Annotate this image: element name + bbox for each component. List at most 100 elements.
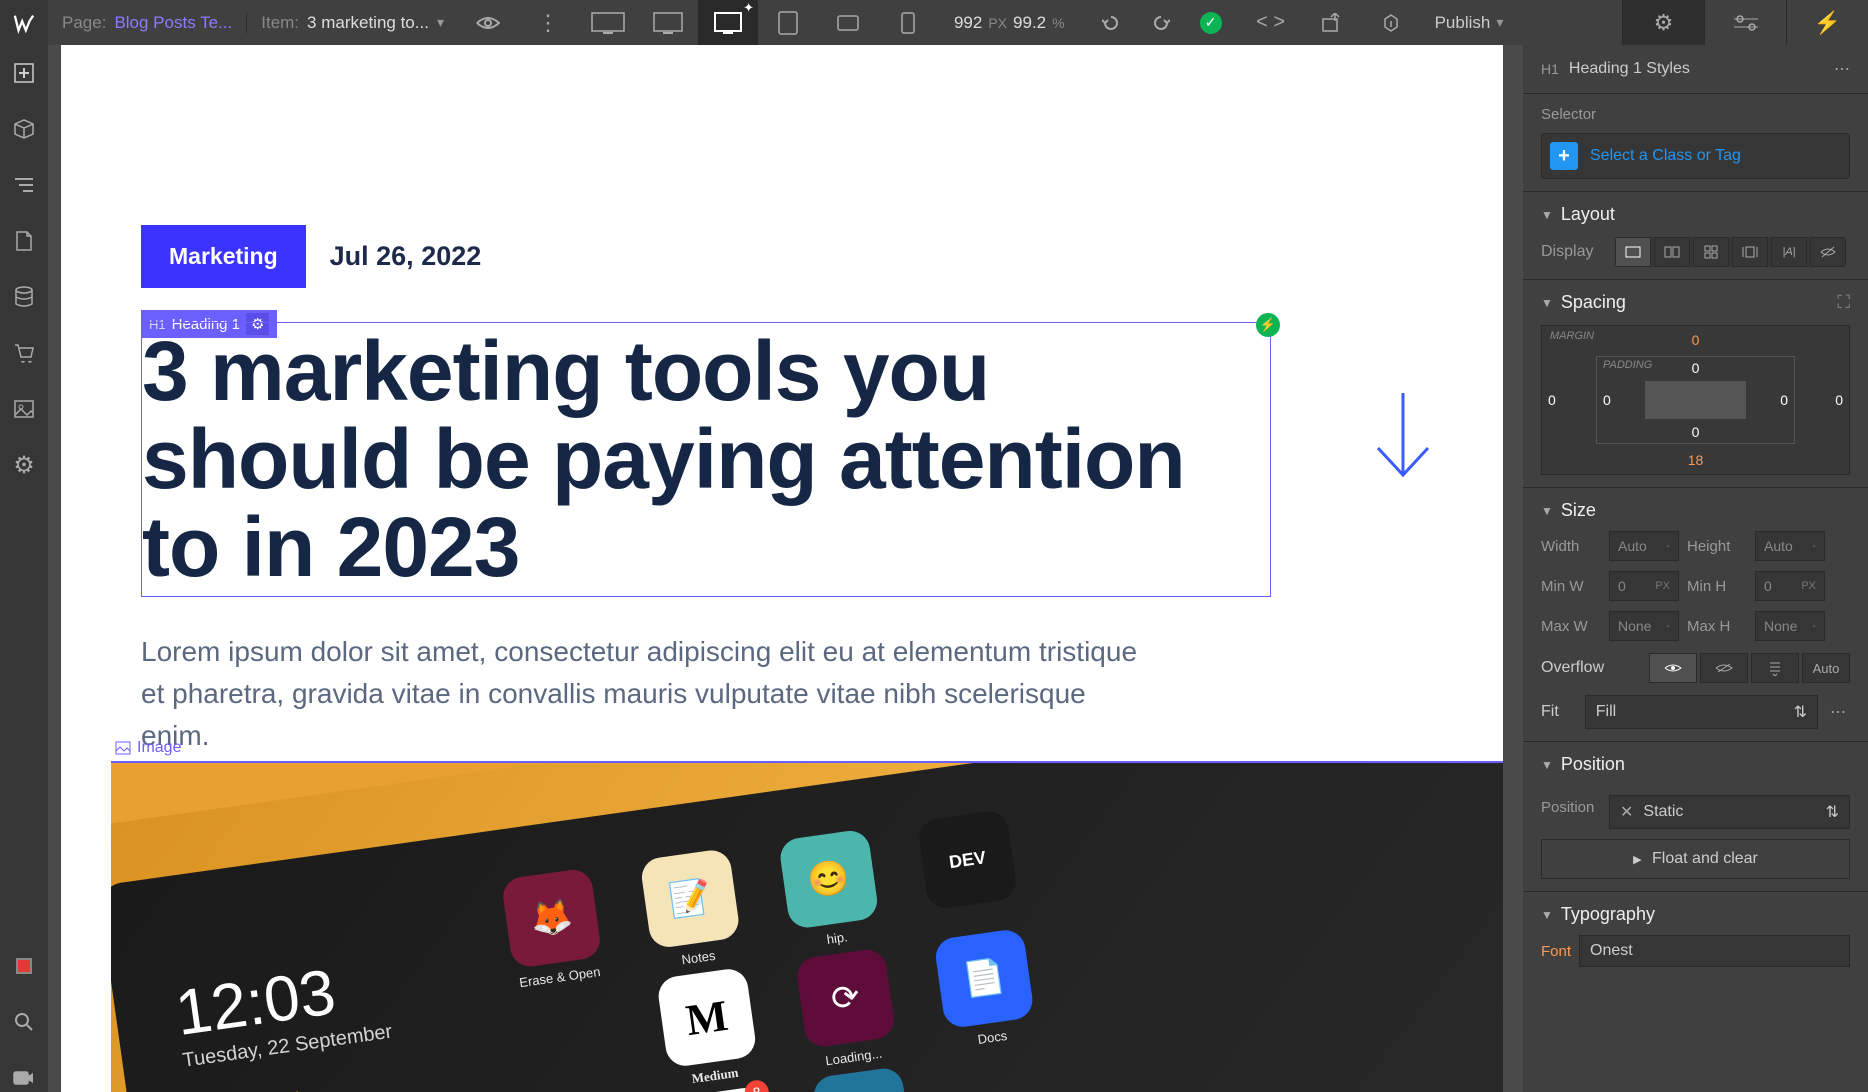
padding-bottom[interactable]: 0 xyxy=(1692,424,1700,440)
status-indicator[interactable]: ✓ xyxy=(1181,0,1241,45)
padding-top[interactable]: 0 xyxy=(1692,360,1700,376)
post-date[interactable]: Jul 26, 2022 xyxy=(330,241,482,272)
float-clear-toggle[interactable]: ▶ Float and clear xyxy=(1541,839,1850,879)
symbols-button[interactable] xyxy=(10,115,38,143)
height-input[interactable]: Auto- xyxy=(1755,531,1825,561)
redo-button[interactable] xyxy=(1141,0,1181,45)
ecommerce-button[interactable] xyxy=(10,339,38,367)
typography-header[interactable]: ▼ Typography xyxy=(1541,904,1850,925)
fit-select[interactable]: Fill ⇅ xyxy=(1585,695,1818,729)
margin-right[interactable]: 0 xyxy=(1835,392,1843,408)
class-selector[interactable]: + Select a Class or Tag xyxy=(1541,133,1850,179)
code-button[interactable]: < > xyxy=(1241,0,1301,45)
position-header[interactable]: ▼ Position xyxy=(1541,754,1850,775)
typography-section: ▼ Typography Font Onest xyxy=(1523,891,1868,979)
breakpoint-mobile-l[interactable] xyxy=(818,0,878,45)
preview-button[interactable] xyxy=(458,0,518,45)
navigator-button[interactable] xyxy=(10,171,38,199)
float-label: Float and clear xyxy=(1652,850,1758,867)
star-icon: ✦ xyxy=(743,0,754,16)
app-notes: 📝Notes xyxy=(639,848,741,950)
margin-bottom[interactable]: 18 xyxy=(1688,452,1704,468)
display-options: |A| xyxy=(1615,237,1846,267)
publish-button[interactable]: Publish ▾ xyxy=(1421,13,1518,33)
panel-header: H1 Heading 1 Styles ⋯ xyxy=(1523,45,1868,94)
width-input[interactable]: Auto- xyxy=(1609,531,1679,561)
canvas-width: 992 xyxy=(954,13,982,33)
overflow-row: Overflow Auto xyxy=(1541,653,1850,683)
margin-top[interactable]: 0 xyxy=(1692,332,1700,348)
display-inline[interactable]: |A| xyxy=(1771,237,1807,267)
design-canvas[interactable]: Marketing Jul 26, 2022 H1 Heading 1 ⚙ 3 … xyxy=(61,45,1503,1092)
padding-right[interactable]: 0 xyxy=(1780,392,1788,408)
record-button[interactable] xyxy=(10,952,38,980)
cms-binding-icon[interactable]: ⚡ xyxy=(1256,313,1280,337)
selector-label: Selector xyxy=(1541,106,1850,123)
cms-button[interactable] xyxy=(10,283,38,311)
breakpoint-mobile[interactable] xyxy=(878,0,938,45)
spacing-editor[interactable]: MARGIN 0 0 18 0 PADDING 0 0 0 0 xyxy=(1541,325,1850,475)
minh-input[interactable]: 0PX xyxy=(1755,571,1825,601)
selected-heading[interactable]: 3 marketing tools you should be paying a… xyxy=(141,322,1271,597)
post-excerpt[interactable]: Lorem ipsum dolor sit amet, consectetur … xyxy=(141,631,1151,757)
layout-header[interactable]: ▼ Layout xyxy=(1541,204,1850,225)
post-meta-row: Marketing Jul 26, 2022 xyxy=(141,225,1423,288)
margin-left[interactable]: 0 xyxy=(1548,392,1556,408)
selector-placeholder: Select a Class or Tag xyxy=(1590,147,1741,165)
style-tab[interactable]: ⚙ xyxy=(1622,0,1704,45)
canvas-dimensions[interactable]: 992 PX 99.2 % xyxy=(938,13,1081,33)
more-button[interactable]: ⋮ xyxy=(518,0,578,45)
display-none[interactable] xyxy=(1810,237,1846,267)
category-badge[interactable]: Marketing xyxy=(141,225,306,288)
check-icon: ✓ xyxy=(1200,12,1222,34)
image-element-label[interactable]: Image xyxy=(115,739,181,757)
more-icon[interactable]: ⋯ xyxy=(1834,59,1850,79)
video-button[interactable] xyxy=(10,1064,38,1092)
more-icon[interactable]: ⋯ xyxy=(1826,702,1850,722)
settings-button[interactable]: ⚙ xyxy=(10,451,38,479)
interactions-tab[interactable]: ⚡ xyxy=(1786,0,1868,45)
breakpoint-xl[interactable] xyxy=(578,0,638,45)
size-header[interactable]: ▼ Size xyxy=(1541,500,1850,521)
breakpoint-lg[interactable] xyxy=(638,0,698,45)
app-medium: MMedium xyxy=(656,967,758,1069)
expand-icon[interactable]: ⛶ xyxy=(1837,292,1850,313)
display-inline-block[interactable] xyxy=(1732,237,1768,267)
overflow-scroll[interactable] xyxy=(1751,653,1799,683)
page-selector[interactable]: Page: Blog Posts Te... xyxy=(48,13,246,33)
settings-tab[interactable] xyxy=(1704,0,1786,45)
scroll-arrow-icon[interactable] xyxy=(1363,393,1443,483)
display-flex[interactable] xyxy=(1654,237,1690,267)
audit-button[interactable] xyxy=(1361,0,1421,45)
position-select[interactable]: ✕ Static ⇅ xyxy=(1609,795,1850,829)
section-title: Layout xyxy=(1561,204,1615,225)
overflow-visible[interactable] xyxy=(1649,653,1697,683)
overflow-hidden[interactable] xyxy=(1700,653,1748,683)
app-loading: ⟳Loading... xyxy=(795,947,897,1049)
display-block[interactable] xyxy=(1615,237,1651,267)
hero-image[interactable]: 12:03 Tuesday, 22 September Shimla ⛅ 🦊Er… xyxy=(111,761,1503,1092)
add-element-button[interactable] xyxy=(10,59,38,87)
item-name: 3 marketing to... xyxy=(307,13,429,33)
selector-section: Selector + Select a Class or Tag xyxy=(1523,94,1868,191)
breakpoint-tablet[interactable] xyxy=(758,0,818,45)
maxw-input[interactable]: None- xyxy=(1609,611,1679,641)
spacing-header[interactable]: ▼ Spacing ⛶ xyxy=(1541,292,1850,313)
maxh-input[interactable]: None- xyxy=(1755,611,1825,641)
padding-left[interactable]: 0 xyxy=(1603,392,1611,408)
chevron-down-icon: ▼ xyxy=(1541,908,1553,922)
undo-button[interactable] xyxy=(1081,0,1141,45)
app-wordpress: ⓌWordPress xyxy=(811,1066,913,1092)
item-selector[interactable]: Item: 3 marketing to... ▾ xyxy=(246,13,458,33)
pages-button[interactable] xyxy=(10,227,38,255)
minw-input[interactable]: 0PX xyxy=(1609,571,1679,601)
export-button[interactable] xyxy=(1301,0,1361,45)
font-select[interactable]: Onest xyxy=(1579,935,1850,967)
overflow-auto[interactable]: Auto xyxy=(1802,653,1850,683)
breakpoint-base[interactable]: ✦ xyxy=(698,0,758,45)
search-button[interactable] xyxy=(10,1008,38,1036)
margin-label: MARGIN xyxy=(1550,330,1594,342)
app-logo[interactable] xyxy=(0,0,48,45)
display-grid[interactable] xyxy=(1693,237,1729,267)
assets-button[interactable] xyxy=(10,395,38,423)
